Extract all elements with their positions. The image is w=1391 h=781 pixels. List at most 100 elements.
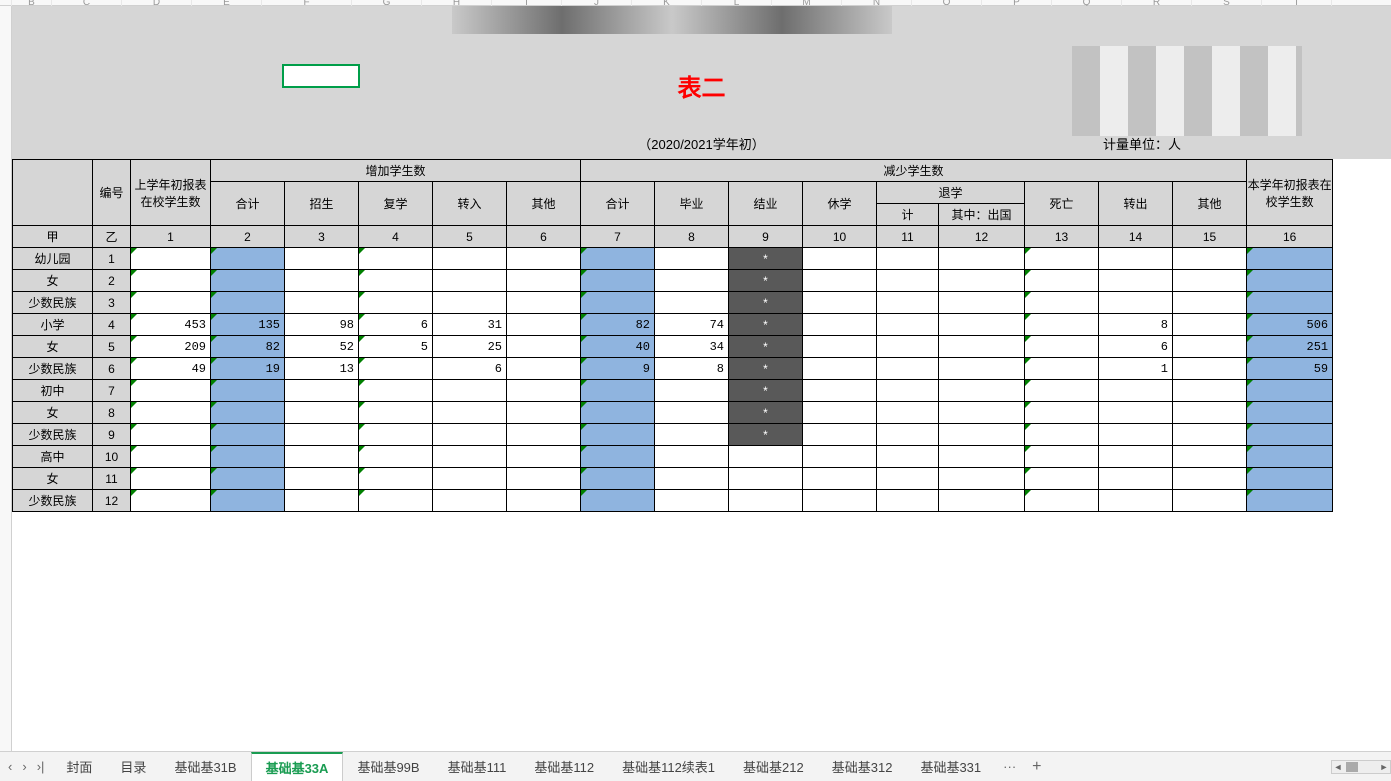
table-row[interactable]: 少数民族12 (13, 490, 1333, 512)
cell[interactable] (211, 380, 285, 402)
sheet-tab[interactable]: 基础基112续表1 (608, 752, 729, 781)
cell[interactable]: 34 (655, 336, 729, 358)
cell[interactable] (803, 424, 877, 446)
cell[interactable] (433, 270, 507, 292)
tab-nav-prev-icon[interactable]: ‹ (8, 759, 12, 774)
table-row[interactable]: 女11 (13, 468, 1333, 490)
cell[interactable]: 506 (1247, 314, 1333, 336)
cell[interactable]: 251 (1247, 336, 1333, 358)
cell[interactable] (877, 490, 939, 512)
cell[interactable] (285, 446, 359, 468)
tab-nav-last-icon[interactable]: ›| (37, 759, 45, 774)
cell[interactable] (211, 248, 285, 270)
cell[interactable] (803, 446, 877, 468)
cell[interactable] (1099, 292, 1173, 314)
cell[interactable] (939, 358, 1025, 380)
sheet-tab[interactable]: 基础基31B (160, 752, 250, 781)
cell[interactable] (285, 292, 359, 314)
sheet-tab[interactable]: 基础基111 (434, 752, 521, 781)
cell[interactable] (877, 446, 939, 468)
cell[interactable] (803, 490, 877, 512)
cell[interactable] (131, 468, 211, 490)
cell[interactable] (1173, 446, 1247, 468)
cell[interactable]: 8 (1099, 314, 1173, 336)
cell[interactable] (507, 358, 581, 380)
cell[interactable]: 82 (581, 314, 655, 336)
cell[interactable] (211, 490, 285, 512)
cell[interactable] (655, 292, 729, 314)
cell[interactable] (877, 292, 939, 314)
cell[interactable] (433, 490, 507, 512)
cell[interactable] (211, 402, 285, 424)
cell[interactable] (433, 292, 507, 314)
sheet-tab[interactable]: 基础基99B (343, 752, 433, 781)
cell[interactable] (581, 424, 655, 446)
cell[interactable] (803, 248, 877, 270)
cell[interactable] (1025, 292, 1099, 314)
cell[interactable] (803, 336, 877, 358)
cell[interactable] (581, 380, 655, 402)
cell[interactable] (359, 468, 433, 490)
cell[interactable] (1025, 468, 1099, 490)
cell[interactable] (1173, 402, 1247, 424)
cell[interactable] (1173, 468, 1247, 490)
cell[interactable] (939, 380, 1025, 402)
cell[interactable]: 25 (433, 336, 507, 358)
cell[interactable]: 31 (433, 314, 507, 336)
cell[interactable] (211, 468, 285, 490)
cell[interactable] (285, 270, 359, 292)
cell[interactable] (1025, 358, 1099, 380)
cell[interactable] (1247, 402, 1333, 424)
cell[interactable] (1025, 446, 1099, 468)
cell[interactable] (803, 358, 877, 380)
cell[interactable]: 49 (131, 358, 211, 380)
sheet-tab[interactable]: 目录 (106, 752, 160, 781)
cell[interactable] (285, 490, 359, 512)
cell[interactable] (655, 248, 729, 270)
table-row[interactable]: 女8* (13, 402, 1333, 424)
cell[interactable] (939, 292, 1025, 314)
cell[interactable] (803, 314, 877, 336)
cell[interactable] (1173, 292, 1247, 314)
cell[interactable] (877, 424, 939, 446)
cell[interactable] (131, 424, 211, 446)
cell[interactable] (359, 446, 433, 468)
data-table[interactable]: 编号 上学年初报表在校学生数 增加学生数 减少学生数 本学年初报表在校学生数 合… (12, 159, 1333, 512)
cell[interactable] (581, 270, 655, 292)
cell[interactable]: 19 (211, 358, 285, 380)
cell[interactable] (581, 446, 655, 468)
cell[interactable] (1025, 248, 1099, 270)
cell[interactable] (131, 380, 211, 402)
cell[interactable] (1247, 446, 1333, 468)
cell[interactable] (285, 424, 359, 446)
table-row[interactable]: 幼儿园1* (13, 248, 1333, 270)
cell[interactable] (507, 424, 581, 446)
cell[interactable] (803, 270, 877, 292)
cell[interactable]: 9 (581, 358, 655, 380)
cell[interactable] (939, 424, 1025, 446)
cell[interactable]: 40 (581, 336, 655, 358)
cell[interactable] (655, 446, 729, 468)
cell[interactable] (507, 380, 581, 402)
cell[interactable] (1099, 248, 1173, 270)
cell[interactable] (1247, 380, 1333, 402)
cell[interactable] (211, 292, 285, 314)
sheet-tab[interactable]: 封面 (52, 752, 106, 781)
cell[interactable] (359, 424, 433, 446)
sheet-tab[interactable]: 基础基212 (729, 752, 818, 781)
cell[interactable] (211, 270, 285, 292)
cell[interactable] (1025, 270, 1099, 292)
cell[interactable] (803, 292, 877, 314)
cell[interactable] (803, 468, 877, 490)
cell[interactable] (131, 446, 211, 468)
cell[interactable] (1173, 270, 1247, 292)
cell[interactable] (655, 490, 729, 512)
sheet-tab[interactable]: 基础基312 (818, 752, 907, 781)
cell[interactable] (1173, 358, 1247, 380)
sheet-tab[interactable]: 基础基33A (251, 752, 344, 781)
cell[interactable] (359, 270, 433, 292)
cell[interactable] (1099, 490, 1173, 512)
cell[interactable] (359, 248, 433, 270)
cell[interactable] (877, 358, 939, 380)
table-row[interactable]: 高中10 (13, 446, 1333, 468)
